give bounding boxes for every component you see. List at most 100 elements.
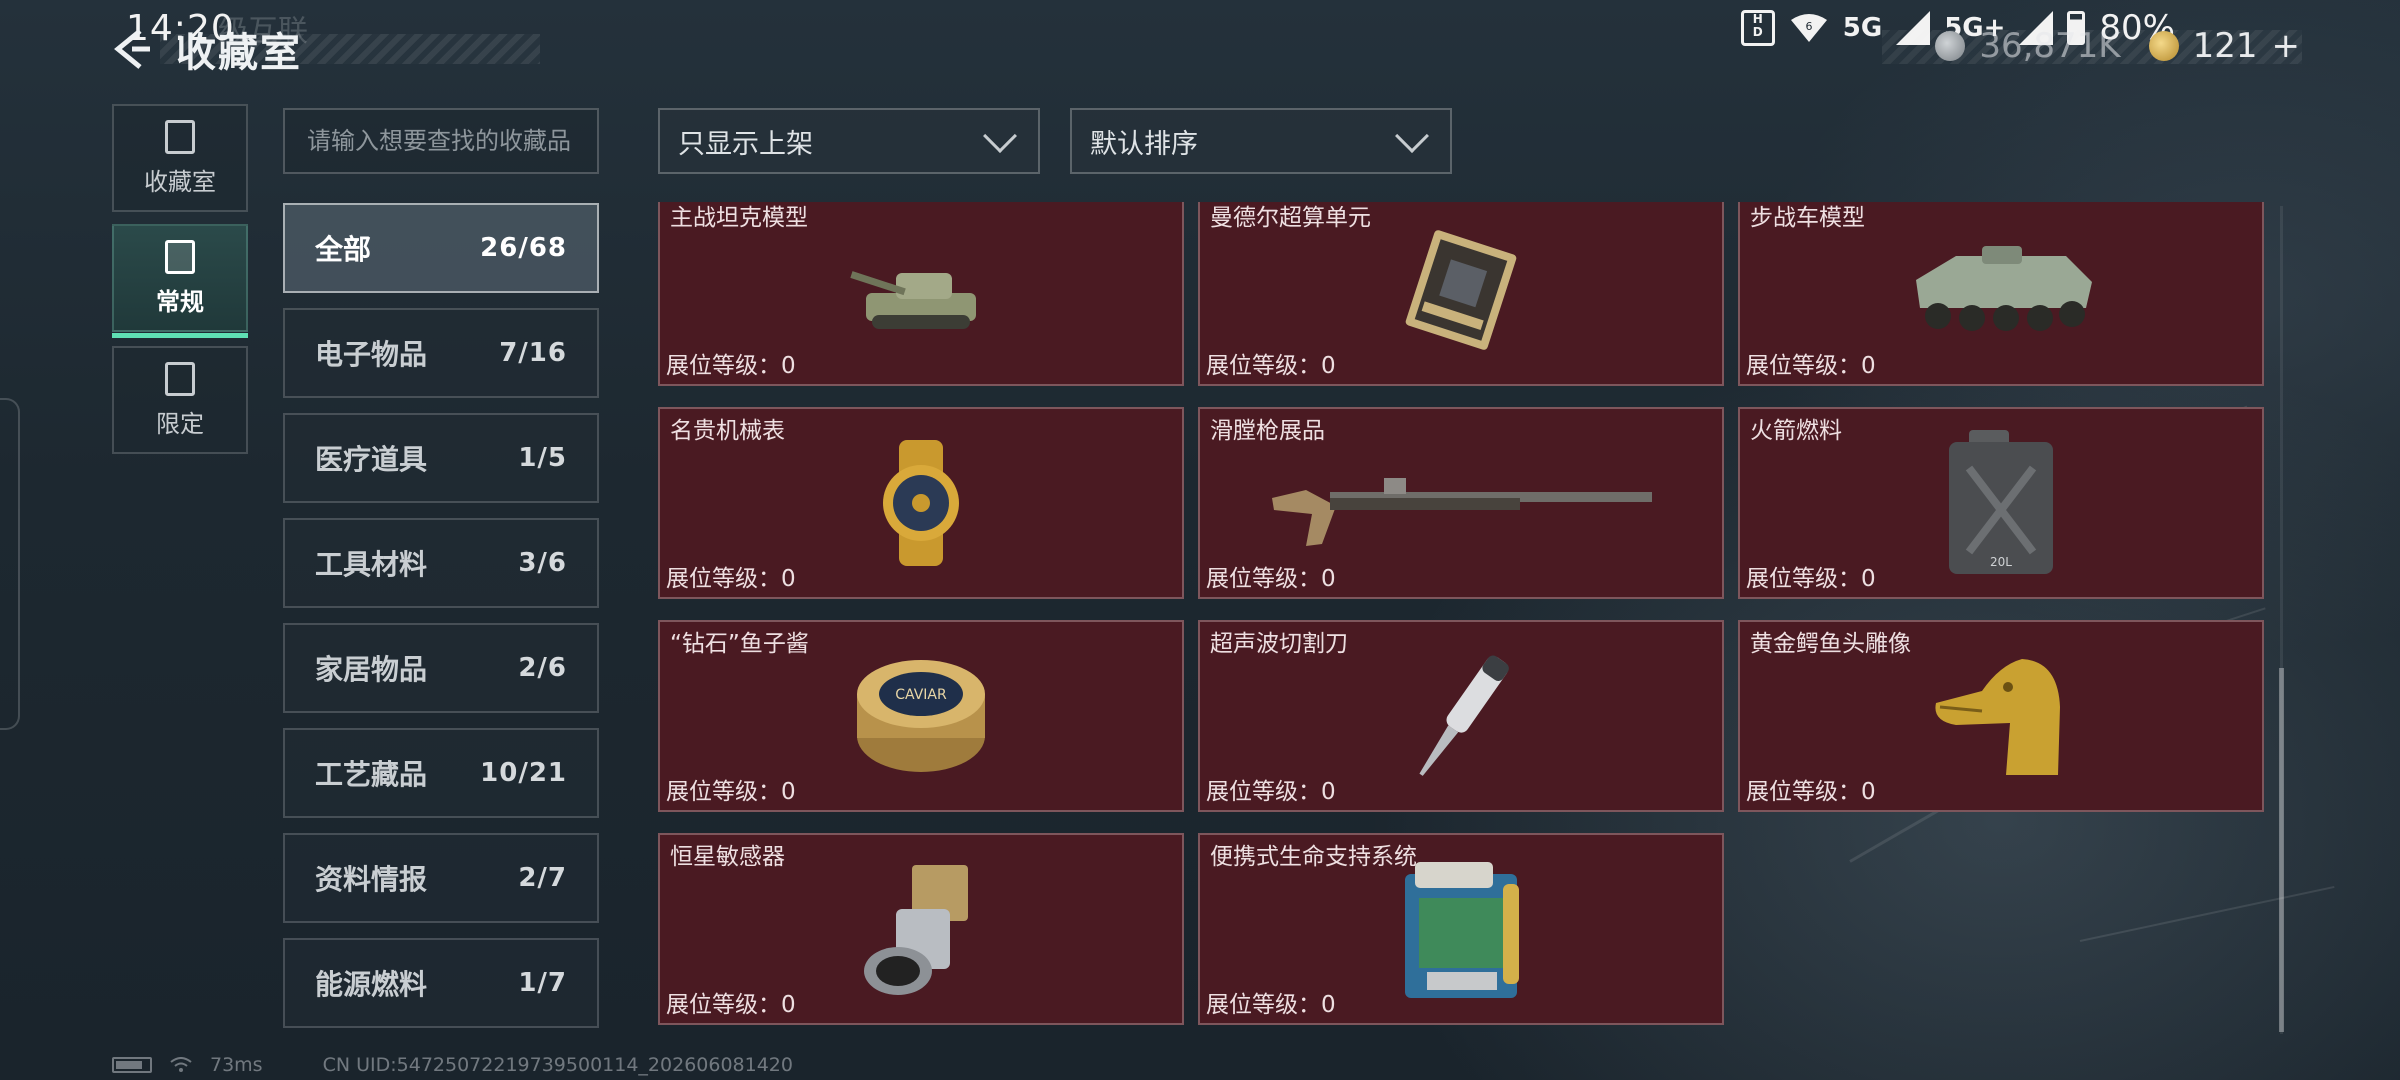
category-all[interactable]: 全部 26/68	[283, 203, 599, 293]
category-crafts[interactable]: 工艺藏品 10/21	[283, 728, 599, 818]
canister-capacity-label: 20L	[1990, 555, 2012, 569]
collectible-name: 超声波切割刀	[1210, 631, 1348, 657]
booth-level: 展位等级：0	[1746, 566, 1876, 592]
booth-level: 展位等级：0	[666, 779, 796, 805]
svg-text:6: 6	[1805, 20, 1812, 33]
collection-icon	[165, 119, 195, 154]
rail-tab-label: 限定	[156, 409, 204, 438]
collectible-card[interactable]: 滑膛枪展品 展位等级：0	[1198, 407, 1724, 599]
collectible-name: 主战坦克模型	[670, 205, 808, 231]
category-count: 2/6	[518, 653, 567, 683]
collectible-card[interactable]: 便携式生命支持系统 展位等级：0	[1198, 833, 1724, 1025]
grid-scrollbar-thumb[interactable]	[2279, 668, 2284, 1032]
wifi-icon	[170, 1057, 192, 1072]
category-intel[interactable]: 资料情报 2/7	[283, 833, 599, 923]
category-name: 能源燃料	[315, 968, 428, 1001]
page-header: 收藏室	[110, 22, 302, 76]
search-input[interactable]	[307, 127, 597, 155]
booth-level: 展位等级：0	[1206, 992, 1336, 1018]
collectible-card[interactable]: 超声波切割刀 展位等级：0	[1198, 620, 1724, 812]
chevron-down-icon	[983, 119, 1017, 153]
collectible-name: 滑膛枪展品	[1210, 418, 1325, 444]
category-count: 1/5	[518, 443, 567, 473]
collectible-card[interactable]: 黄金鳄鱼头雕像 展位等级：0	[1738, 620, 2264, 812]
collectible-name: 火箭燃料	[1750, 418, 1842, 444]
rail-tab-regular[interactable]: 常规	[112, 224, 248, 338]
booth-level: 展位等级：0	[1206, 779, 1336, 805]
collectible-name: 曼德尔超算单元	[1210, 205, 1371, 231]
category-name: 工具材料	[315, 548, 428, 581]
category-name: 家居物品	[315, 653, 428, 686]
category-name: 电子物品	[315, 338, 428, 371]
gold-coin-icon	[2148, 31, 2179, 61]
category-fuel[interactable]: 能源燃料 1/7	[283, 938, 599, 1028]
category-electronics[interactable]: 电子物品 7/16	[283, 308, 599, 398]
back-arrow-icon[interactable]	[110, 27, 152, 71]
currency-bar: 36,871K 121 +	[1935, 26, 2300, 66]
show-filter-dropdown[interactable]: 只显示上架	[658, 108, 1040, 174]
collectible-card[interactable]: 步战车模型 展位等级：0	[1738, 202, 2264, 386]
supercomputer-unit-icon	[1405, 230, 1517, 350]
caviar-tin-icon: CAVIAR	[857, 660, 985, 772]
star-sensor-icon	[864, 865, 968, 995]
silver-coin-icon	[1935, 31, 1966, 61]
collection-screen: 14:20 HD 6 5G 5G+ 80% 级互联 收藏室 36,871K 12…	[0, 0, 2400, 1080]
collectible-card[interactable]: “钻石”鱼子酱 CAVIAR 展位等级：0	[658, 620, 1184, 812]
category-count: 10/21	[480, 758, 567, 788]
rail-tab-collection[interactable]: 收藏室	[112, 104, 248, 212]
collectible-card[interactable]: 主战坦克模型 展位等级：0	[658, 202, 1184, 386]
collectible-card[interactable]: 曼德尔超算单元 展位等级：0	[1198, 202, 1724, 386]
category-medical[interactable]: 医疗道具 1/5	[283, 413, 599, 503]
tank-model-icon	[850, 271, 976, 329]
show-filter-label: 只显示上架	[678, 128, 813, 160]
collectible-name: 黄金鳄鱼头雕像	[1750, 631, 1911, 657]
chevron-down-icon	[1395, 119, 1429, 153]
collectible-name: 便携式生命支持系统	[1210, 844, 1417, 870]
page-title: 收藏室	[176, 30, 302, 76]
booth-level: 展位等级：0	[1206, 566, 1336, 592]
rail-tab-label: 常规	[156, 287, 204, 316]
rail-tab-label: 收藏室	[144, 167, 216, 196]
category-name: 工艺藏品	[315, 758, 428, 791]
collectible-card[interactable]: 名贵机械表 展位等级：0	[658, 407, 1184, 599]
collectible-name: 名贵机械表	[670, 418, 785, 444]
booth-level: 展位等级：0	[666, 992, 796, 1018]
hd-icon: HD	[1740, 10, 1775, 46]
category-name: 医疗道具	[315, 443, 428, 476]
category-count: 3/6	[518, 548, 567, 578]
collectible-name: 恒星敏感器	[670, 844, 785, 870]
life-support-system-icon	[1405, 862, 1519, 998]
musket-icon	[1272, 478, 1652, 546]
user-uid: CN UID:54725072219739500114_202606081420	[322, 1054, 793, 1076]
network-5g-label: 5G	[1842, 13, 1883, 43]
collectible-card[interactable]: 火箭燃料 20L 展位等级：0	[1738, 407, 2264, 599]
booth-level: 展位等级：0	[666, 566, 796, 592]
ping-latency: 73ms	[210, 1054, 263, 1076]
device-battery-icon	[112, 1057, 152, 1073]
rail-tab-limited[interactable]: 限定	[112, 346, 248, 454]
category-household[interactable]: 家居物品 2/6	[283, 623, 599, 713]
side-drawer-handle[interactable]	[0, 398, 20, 730]
limited-icon	[165, 361, 195, 396]
search-box[interactable]	[283, 108, 599, 174]
booth-level: 展位等级：0	[1206, 353, 1336, 379]
collectible-name: “钻石”鱼子酱	[670, 631, 809, 657]
category-count: 2/7	[518, 863, 567, 893]
collectible-card[interactable]: 恒星敏感器 展位等级：0	[658, 833, 1184, 1025]
category-name: 全部	[315, 233, 372, 266]
category-count: 7/16	[499, 338, 567, 368]
regular-icon	[165, 239, 195, 274]
mechanical-watch-icon	[883, 440, 959, 566]
category-count: 1/7	[518, 968, 567, 998]
sort-dropdown[interactable]: 默认排序	[1070, 108, 1452, 174]
footer-status: 73ms CN UID:54725072219739500114_2026060…	[112, 1054, 793, 1076]
caviar-label: CAVIAR	[895, 687, 947, 703]
category-count: 26/68	[480, 233, 567, 263]
sort-label: 默认排序	[1090, 128, 1198, 160]
gold-crocodile-statue-icon	[1935, 659, 2060, 775]
add-currency-button[interactable]: +	[2272, 26, 2301, 66]
silver-balance: 36,871K	[1979, 26, 2121, 66]
category-tools[interactable]: 工具材料 3/6	[283, 518, 599, 608]
collectibles-grid: 主战坦克模型 展位等级：0 曼德尔超算单元 展位等级：0 步战车模型 展位等级：…	[656, 202, 2266, 1032]
booth-level: 展位等级：0	[666, 353, 796, 379]
